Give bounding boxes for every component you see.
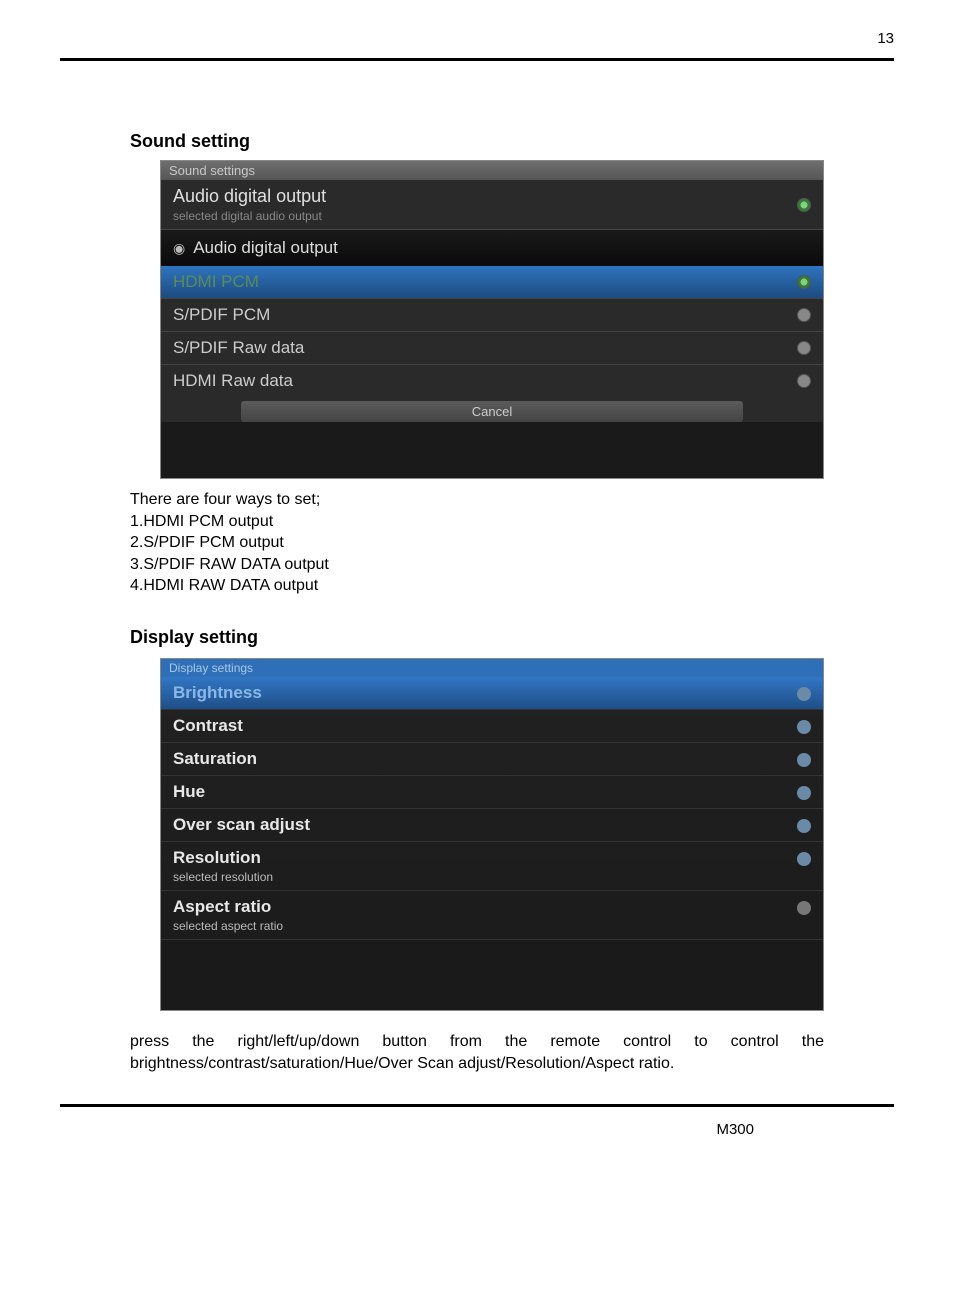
radio-icon xyxy=(797,374,811,388)
option-hdmi-pcm[interactable]: HDMI PCM xyxy=(161,266,823,299)
radio-icon xyxy=(797,275,811,289)
sound-setting-heading: Sound setting xyxy=(130,131,894,152)
row-brightness[interactable]: Brightness xyxy=(161,677,823,710)
row-hue[interactable]: Hue xyxy=(161,776,823,809)
row-resolution[interactable]: Resolution selected resolution xyxy=(161,842,823,891)
display-settings-screenshot: Display settings Brightness Contrast Sat… xyxy=(160,658,824,1011)
row-aspect-ratio[interactable]: Aspect ratio selected aspect ratio xyxy=(161,891,823,940)
dialog-options: HDMI PCM S/PDIF PCM S/PDIF Raw data HDMI… xyxy=(161,266,823,397)
setting-indicator-icon xyxy=(797,198,811,212)
screenshot-empty-area xyxy=(161,940,823,1010)
radio-icon xyxy=(797,308,811,322)
arrow-icon xyxy=(797,753,811,767)
display-settings-title: Display settings xyxy=(161,659,823,677)
arrow-icon xyxy=(797,687,811,701)
option-spdif-pcm[interactable]: S/PDIF PCM xyxy=(161,299,823,332)
sound-settings-title: Sound settings xyxy=(161,161,823,180)
screenshot-empty-area xyxy=(161,422,823,478)
arrow-icon xyxy=(797,819,811,833)
audio-digital-output-sublabel: selected digital audio output xyxy=(173,209,326,223)
display-explain-text: press the right/left/up/down button from… xyxy=(130,1031,824,1074)
audio-output-dialog: Audio digital output HDMI PCM S/PDIF PCM… xyxy=(161,230,823,422)
cancel-button[interactable]: Cancel xyxy=(241,401,743,422)
arrow-icon xyxy=(797,786,811,800)
option-spdif-raw[interactable]: S/PDIF Raw data xyxy=(161,332,823,365)
display-setting-heading: Display setting xyxy=(130,627,894,648)
dialog-title: Audio digital output xyxy=(193,238,338,258)
document-page: 13 Sound setting Sound settings Audio di… xyxy=(0,0,954,1307)
row-saturation[interactable]: Saturation xyxy=(161,743,823,776)
top-rule xyxy=(60,58,894,61)
option-hdmi-raw[interactable]: HDMI Raw data xyxy=(161,365,823,397)
sound-settings-screenshot: Sound settings Audio digital output sele… xyxy=(160,160,824,479)
footer-model: M300 xyxy=(60,1121,894,1138)
dialog-bullet-icon xyxy=(173,238,185,258)
sound-explain-text: There are four ways to set; 1.HDMI PCM o… xyxy=(130,489,824,597)
arrow-icon xyxy=(797,852,811,866)
row-overscan[interactable]: Over scan adjust xyxy=(161,809,823,842)
arrow-icon xyxy=(797,720,811,734)
radio-icon xyxy=(797,341,811,355)
dialog-title-row: Audio digital output xyxy=(161,230,823,266)
arrow-icon xyxy=(797,901,811,915)
row-contrast[interactable]: Contrast xyxy=(161,710,823,743)
bottom-rule xyxy=(60,1104,894,1107)
audio-digital-output-label: Audio digital output xyxy=(173,186,326,206)
audio-digital-output-row[interactable]: Audio digital output selected digital au… xyxy=(161,180,823,230)
page-number: 13 xyxy=(877,30,894,47)
